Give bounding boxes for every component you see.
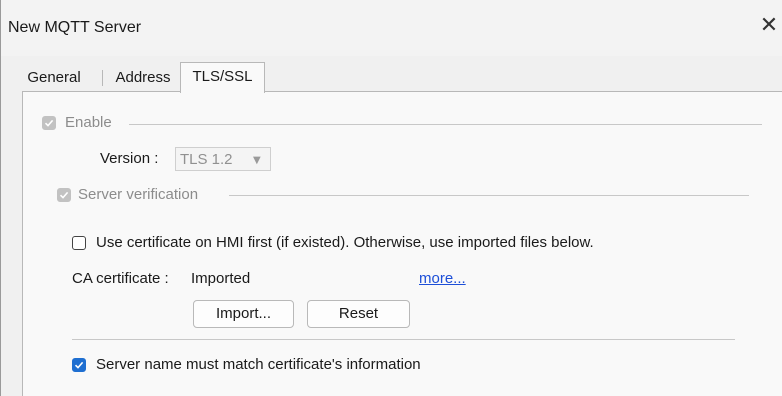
- check-icon: [74, 361, 84, 369]
- check-icon: [44, 119, 54, 127]
- ca-certificate-value: Imported: [191, 270, 251, 287]
- version-value: TLS 1.2: [180, 151, 233, 168]
- use-cert-hmi-checkbox[interactable]: [72, 236, 86, 250]
- title-bar: New MQTT Server ✕: [1, 0, 782, 56]
- server-verification-label: Server verification: [78, 186, 199, 203]
- server-name-match-checkbox[interactable]: [72, 358, 86, 372]
- version-label: Version :: [100, 150, 159, 167]
- enable-checkbox[interactable]: [42, 116, 56, 130]
- tab-strip: General Address TLS/SSL: [1, 62, 782, 93]
- check-icon: [59, 191, 69, 199]
- close-icon[interactable]: ✕: [758, 14, 780, 38]
- more-link[interactable]: more...: [419, 270, 466, 287]
- tab-separator: [102, 70, 103, 86]
- server-verification-divider: [229, 195, 749, 196]
- import-button[interactable]: Import...: [193, 300, 294, 328]
- server-name-match-label: Server name must match certificate's inf…: [96, 356, 421, 373]
- enable-group-divider: [129, 124, 762, 125]
- mqtt-server-dialog: New MQTT Server ✕ General Address TLS/SS…: [0, 0, 782, 396]
- ca-certificate-label: CA certificate :: [72, 270, 169, 287]
- dialog-title: New MQTT Server: [8, 19, 142, 36]
- tab-address[interactable]: Address: [105, 65, 181, 91]
- tab-tls-ssl[interactable]: TLS/SSL: [180, 62, 265, 93]
- version-dropdown[interactable]: TLS 1.2 ▼: [175, 147, 271, 171]
- section-divider: [72, 339, 735, 340]
- reset-button[interactable]: Reset: [307, 300, 410, 328]
- tab-general[interactable]: General: [11, 65, 97, 91]
- server-verification-checkbox[interactable]: [57, 188, 71, 202]
- chevron-down-icon: ▼: [253, 155, 261, 166]
- use-cert-hmi-label: Use certificate on HMI first (if existed…: [96, 234, 594, 251]
- enable-label: Enable: [65, 114, 112, 131]
